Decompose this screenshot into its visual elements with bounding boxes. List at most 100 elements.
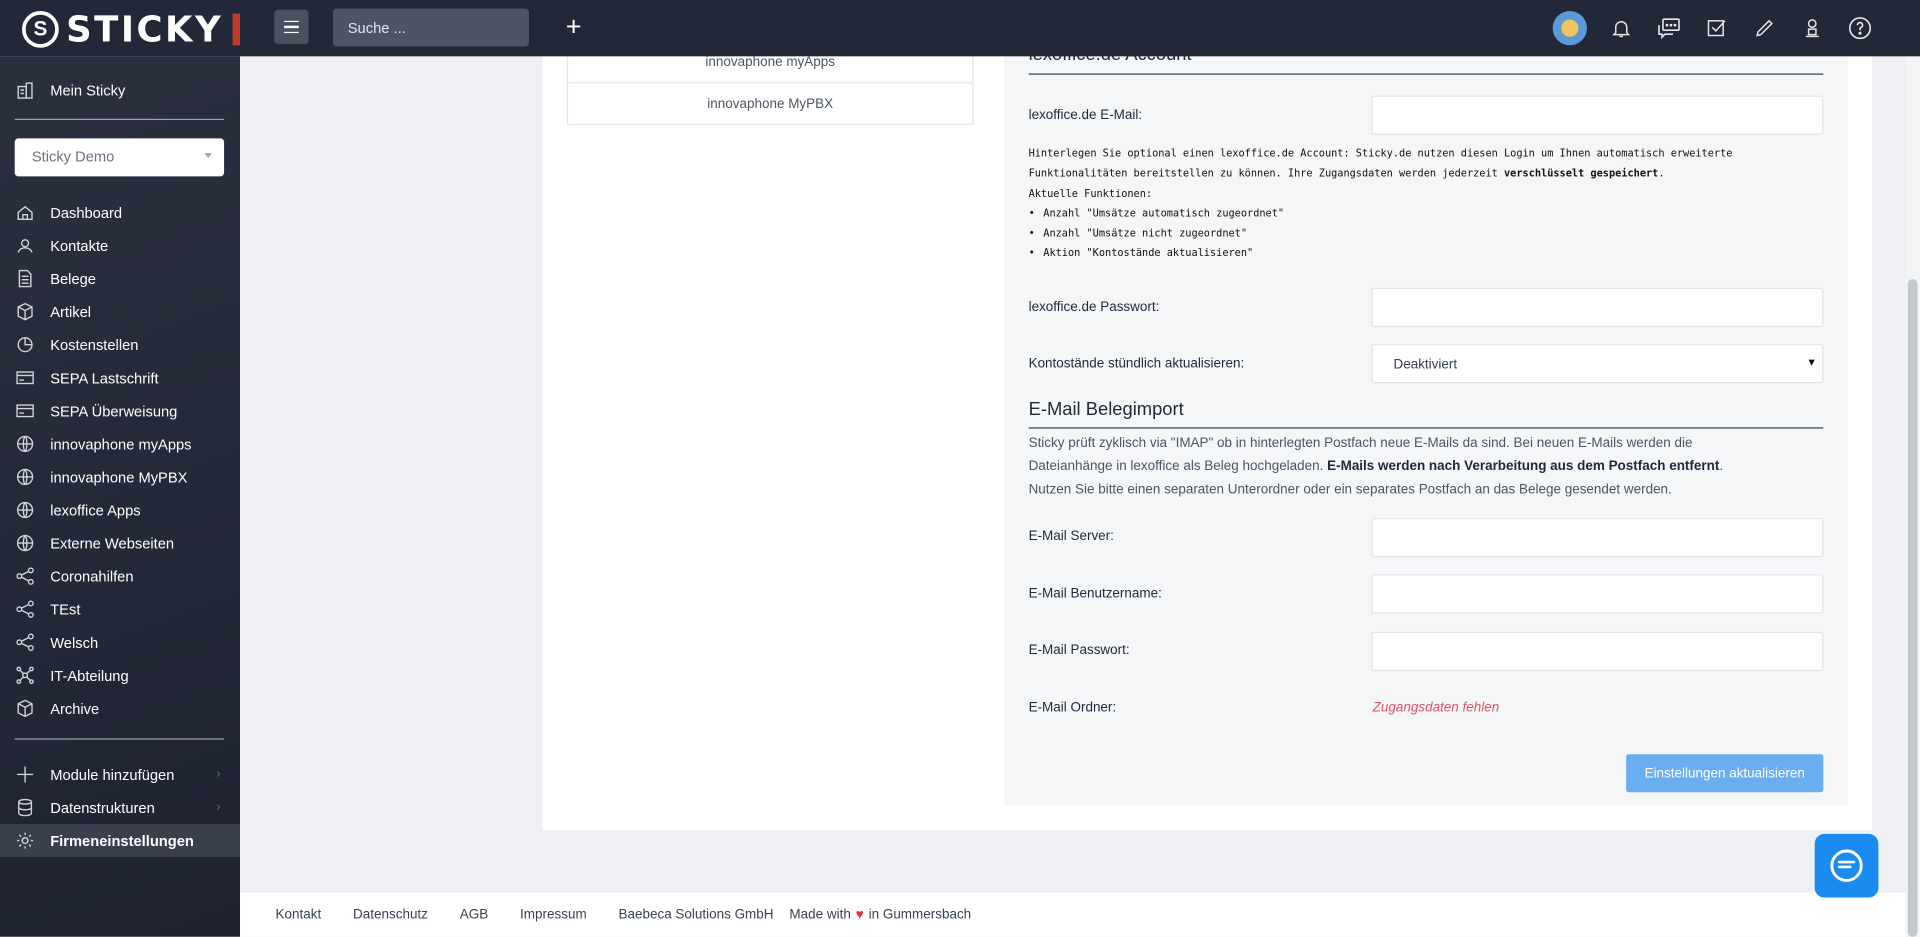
- menu-toggle-button[interactable]: [274, 9, 309, 45]
- sidebar-item-externe-webseiten[interactable]: Externe Webseiten: [0, 527, 240, 560]
- lexoffice-email-label: lexoffice.de E-Mail:: [1028, 107, 1143, 123]
- sidebar-item-belege[interactable]: Belege: [0, 262, 240, 295]
- page-scrollbar[interactable]: [1905, 56, 1920, 937]
- chevron-down-icon: ▾: [1808, 356, 1815, 370]
- search-input[interactable]: [333, 8, 529, 47]
- info-line: Aktuelle Funktionen:: [1028, 186, 1153, 200]
- sidebar-item-label: Belege: [50, 270, 96, 288]
- hourly-update-select[interactable]: Deaktiviert ▾: [1371, 344, 1824, 384]
- add-button[interactable]: +: [566, 12, 582, 41]
- footer-made-with: Made with ♥ in Gummersbach: [789, 907, 1003, 922]
- check-square-icon[interactable]: [1703, 15, 1730, 42]
- database-icon: [15, 798, 35, 818]
- list-item[interactable]: innovaphone MyPBX: [568, 83, 972, 123]
- email-import-description: Sticky prüft zyklisch via "IMAP" ob in h…: [1029, 432, 1813, 502]
- list-item: Aktion "Kontostände aktualisieren": [1029, 243, 1733, 263]
- sidebar-item-label: Datenstrukturen: [50, 798, 155, 817]
- sidebar-item-label: Module hinzufügen: [50, 765, 175, 784]
- footer-link-kontakt[interactable]: Kontakt: [276, 907, 322, 922]
- document-icon: [15, 269, 35, 289]
- lexoffice-info: Hinterlegen Sie optional einen lexoffice…: [1029, 143, 1733, 263]
- sidebar-item-archive[interactable]: Archive: [0, 692, 240, 725]
- sidebar-item-dashboard[interactable]: Dashboard: [0, 196, 240, 229]
- company-select[interactable]: Sticky Demo: [14, 138, 225, 177]
- chevron-right-icon: ›: [216, 767, 221, 782]
- share-icon: [15, 566, 35, 586]
- sidebar-item-firmeneinstellungen[interactable]: Firmeneinstellungen: [0, 824, 241, 858]
- lexoffice-email-input[interactable]: [1371, 95, 1824, 135]
- sidebar-item-coronahilfen[interactable]: Coronahilfen: [0, 560, 240, 593]
- avatar[interactable]: [1552, 11, 1587, 46]
- section-divider: [1028, 427, 1824, 429]
- email-server-input[interactable]: [1371, 517, 1824, 558]
- sidebar-item-datenstrukturen[interactable]: Datenstrukturen ›: [0, 791, 240, 824]
- footer-link-impressum[interactable]: Impressum: [520, 907, 587, 922]
- made-suffix: in Gummersbach: [868, 907, 972, 923]
- pencil-icon[interactable]: [1751, 15, 1778, 42]
- sidebar-item-artikel[interactable]: Artikel: [0, 295, 240, 328]
- sidebar-item-innovaphone-myapps[interactable]: innovaphone myApps: [0, 427, 240, 460]
- sidebar-item-label: Welsch: [50, 633, 99, 651]
- email-username-label: E-Mail Benutzername:: [1028, 586, 1162, 602]
- scrollbar-thumb[interactable]: [1907, 279, 1918, 937]
- sidebar-item-sepa-lastschrift[interactable]: SEPA Lastschrift: [0, 361, 240, 394]
- sidebar-item-label: Externe Webseiten: [50, 534, 175, 552]
- sidebar-item-sepa-ueberweisung[interactable]: SEPA Überweisung: [0, 394, 240, 427]
- footer-link-datenschutz[interactable]: Datenschutz: [353, 907, 428, 922]
- sidebar-item-label: Firmeneinstellungen: [50, 832, 194, 850]
- update-settings-button[interactable]: Einstellungen aktualisieren: [1626, 754, 1824, 793]
- footer-link-company[interactable]: Baebeca Solutions GmbH: [619, 907, 774, 922]
- header-icons: [1552, 11, 1874, 46]
- desc-text: Dateianhänge in lexoffice als Beleg hoch…: [1028, 459, 1328, 474]
- sidebar-item-label: SEPA Lastschrift: [50, 369, 159, 387]
- sidebar-item-kontakte[interactable]: Kontakte: [0, 229, 240, 262]
- desc-bold: E-Mails werden nach Verarbeitung aus dem…: [1327, 459, 1720, 474]
- sidebar-item-lexoffice-apps[interactable]: lexoffice Apps: [0, 493, 240, 526]
- gear-icon: [15, 831, 35, 851]
- sidebar-item-label: TEst: [50, 600, 81, 618]
- email-password-input[interactable]: [1371, 631, 1824, 672]
- pie-icon: [15, 335, 35, 355]
- section-title-email-import: E-Mail Belegimport: [1028, 399, 1184, 421]
- topbar: S STICKY +: [0, 0, 1920, 57]
- desc-text: .: [1719, 459, 1724, 474]
- globe-icon: [15, 533, 35, 553]
- info-line: Hinterlegen Sie optional einen lexoffice…: [1028, 146, 1733, 160]
- sidebar-item-label: Archive: [50, 699, 100, 717]
- sidebar-item-label: Coronahilfen: [50, 567, 134, 585]
- sidebar-item-label: Dashboard: [50, 203, 123, 222]
- logo[interactable]: S STICKY: [22, 8, 241, 51]
- email-username-input[interactable]: [1371, 574, 1824, 614]
- card-icon: [15, 368, 35, 388]
- sidebar-item-welsch[interactable]: Welsch: [0, 626, 240, 659]
- functions-list: Anzahl "Umsätze automatisch zugeordnet" …: [1029, 203, 1733, 263]
- share-icon: [15, 632, 35, 652]
- list-item: Anzahl "Umsätze automatisch zugeordnet": [1029, 203, 1733, 223]
- chat-icon[interactable]: [1656, 15, 1683, 42]
- sidebar-item-module-hinzufuegen[interactable]: Module hinzufügen ›: [0, 758, 240, 791]
- network-icon: [15, 666, 35, 686]
- sidebar-item-test[interactable]: TEst: [0, 593, 240, 626]
- bell-icon[interactable]: [1608, 15, 1635, 42]
- sidebar-item-mein-sticky[interactable]: Mein Sticky: [0, 73, 240, 106]
- logo-mark: S: [22, 11, 59, 48]
- user-icon[interactable]: [1799, 15, 1826, 42]
- select-value: Deaktiviert: [1393, 357, 1458, 373]
- folder-error-text: Zugangsdaten fehlen: [1372, 700, 1500, 716]
- globe-icon: [15, 434, 35, 454]
- list-item: Anzahl "Umsätze nicht zugeordnet": [1029, 223, 1733, 243]
- email-folder-label: E-Mail Ordner:: [1028, 700, 1117, 716]
- sidebar-item-kostenstellen[interactable]: Kostenstellen: [0, 328, 240, 361]
- sidebar-item-it-abteilung[interactable]: IT-Abteilung: [0, 659, 240, 692]
- footer-link-agb[interactable]: AGB: [460, 907, 488, 922]
- hourly-update-label: Kontostände stündlich aktualisieren:: [1028, 356, 1245, 372]
- desc-line: Sticky prüft zyklisch via "IMAP" ob in h…: [1028, 435, 1693, 451]
- desc-line: Nutzen Sie bitte einen separaten Unteror…: [1028, 482, 1672, 498]
- sidebar-item-innovaphone-mypbx[interactable]: innovaphone MyPBX: [0, 460, 240, 493]
- sidebar-item-label: SEPA Überweisung: [50, 402, 178, 420]
- logo-text: STICKY: [66, 8, 224, 51]
- chat-widget-button[interactable]: [1814, 833, 1879, 898]
- lexoffice-password-input[interactable]: [1371, 287, 1824, 327]
- help-icon[interactable]: [1847, 15, 1874, 42]
- building-icon: [15, 80, 35, 100]
